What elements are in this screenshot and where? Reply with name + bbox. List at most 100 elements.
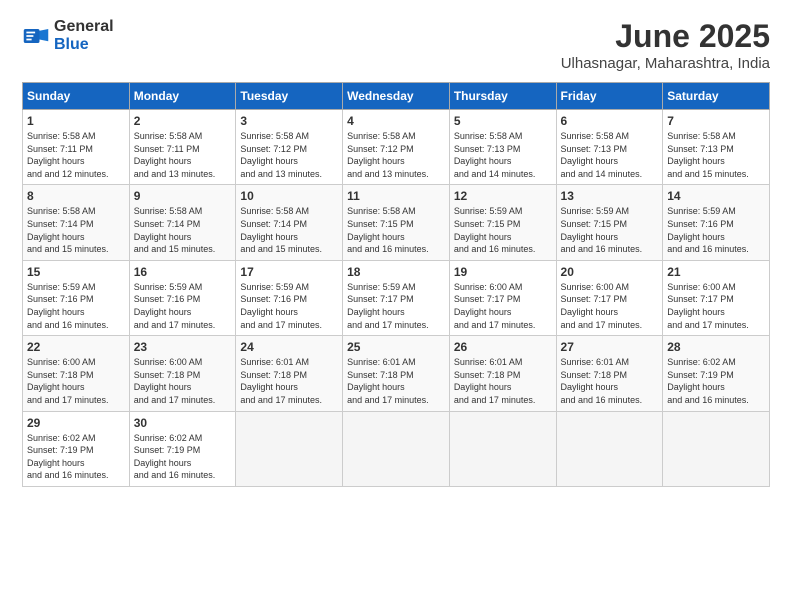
day-info: Sunrise: 6:00 AMSunset: 7:17 PMDaylight … [454, 281, 552, 331]
day-number: 30 [134, 416, 232, 430]
day-info: Sunrise: 5:58 AMSunset: 7:11 PMDaylight … [27, 130, 125, 180]
day-number: 27 [561, 340, 659, 354]
day-number: 12 [454, 189, 552, 203]
day-cell: 29 Sunrise: 6:02 AMSunset: 7:19 PMDaylig… [23, 411, 130, 486]
subtitle: Ulhasnagar, Maharashtra, India [561, 55, 770, 72]
week-row-1: 1 Sunrise: 5:58 AMSunset: 7:11 PMDayligh… [23, 110, 770, 185]
day-cell: 20 Sunrise: 6:00 AMSunset: 7:17 PMDaylig… [556, 260, 663, 335]
logo-icon [22, 22, 50, 50]
day-cell: 5 Sunrise: 5:58 AMSunset: 7:13 PMDayligh… [449, 110, 556, 185]
week-row-2: 8 Sunrise: 5:58 AMSunset: 7:14 PMDayligh… [23, 185, 770, 260]
day-number: 17 [240, 265, 338, 279]
day-cell [556, 411, 663, 486]
day-info: Sunrise: 6:00 AMSunset: 7:18 PMDaylight … [134, 356, 232, 406]
day-info: Sunrise: 5:58 AMSunset: 7:13 PMDaylight … [454, 130, 552, 180]
day-number: 11 [347, 189, 445, 203]
calendar-table: Sunday Monday Tuesday Wednesday Thursday… [22, 82, 770, 487]
day-info: Sunrise: 6:02 AMSunset: 7:19 PMDaylight … [134, 432, 232, 482]
day-info: Sunrise: 6:01 AMSunset: 7:18 PMDaylight … [454, 356, 552, 406]
day-info: Sunrise: 5:58 AMSunset: 7:14 PMDaylight … [240, 205, 338, 255]
day-info: Sunrise: 5:58 AMSunset: 7:13 PMDaylight … [561, 130, 659, 180]
col-saturday: Saturday [663, 83, 770, 110]
day-info: Sunrise: 5:59 AMSunset: 7:15 PMDaylight … [454, 205, 552, 255]
day-info: Sunrise: 5:58 AMSunset: 7:14 PMDaylight … [134, 205, 232, 255]
day-number: 25 [347, 340, 445, 354]
day-info: Sunrise: 5:59 AMSunset: 7:17 PMDaylight … [347, 281, 445, 331]
day-cell: 4 Sunrise: 5:58 AMSunset: 7:12 PMDayligh… [343, 110, 450, 185]
logo-text-general: General [54, 18, 114, 35]
day-cell: 3 Sunrise: 5:58 AMSunset: 7:12 PMDayligh… [236, 110, 343, 185]
day-cell: 28 Sunrise: 6:02 AMSunset: 7:19 PMDaylig… [663, 336, 770, 411]
day-info: Sunrise: 5:59 AMSunset: 7:16 PMDaylight … [134, 281, 232, 331]
day-cell [663, 411, 770, 486]
day-number: 6 [561, 114, 659, 128]
day-number: 1 [27, 114, 125, 128]
title-area: June 2025 Ulhasnagar, Maharashtra, India [561, 18, 770, 72]
day-info: Sunrise: 5:59 AMSunset: 7:16 PMDaylight … [240, 281, 338, 331]
day-info: Sunrise: 6:01 AMSunset: 7:18 PMDaylight … [240, 356, 338, 406]
day-number: 7 [667, 114, 765, 128]
day-number: 16 [134, 265, 232, 279]
day-info: Sunrise: 6:00 AMSunset: 7:18 PMDaylight … [27, 356, 125, 406]
day-cell: 12 Sunrise: 5:59 AMSunset: 7:15 PMDaylig… [449, 185, 556, 260]
logo-text-blue: Blue [54, 36, 89, 53]
day-info: Sunrise: 6:00 AMSunset: 7:17 PMDaylight … [561, 281, 659, 331]
day-info: Sunrise: 5:59 AMSunset: 7:15 PMDaylight … [561, 205, 659, 255]
day-number: 14 [667, 189, 765, 203]
header: General Blue June 2025 Ulhasnagar, Mahar… [22, 18, 770, 72]
day-info: Sunrise: 5:59 AMSunset: 7:16 PMDaylight … [27, 281, 125, 331]
day-info: Sunrise: 5:58 AMSunset: 7:12 PMDaylight … [240, 130, 338, 180]
col-thursday: Thursday [449, 83, 556, 110]
day-cell: 19 Sunrise: 6:00 AMSunset: 7:17 PMDaylig… [449, 260, 556, 335]
day-info: Sunrise: 6:02 AMSunset: 7:19 PMDaylight … [667, 356, 765, 406]
day-number: 19 [454, 265, 552, 279]
day-cell: 11 Sunrise: 5:58 AMSunset: 7:15 PMDaylig… [343, 185, 450, 260]
day-cell: 1 Sunrise: 5:58 AMSunset: 7:11 PMDayligh… [23, 110, 130, 185]
day-info: Sunrise: 5:58 AMSunset: 7:11 PMDaylight … [134, 130, 232, 180]
day-number: 22 [27, 340, 125, 354]
day-number: 9 [134, 189, 232, 203]
day-info: Sunrise: 5:58 AMSunset: 7:13 PMDaylight … [667, 130, 765, 180]
logo: General Blue [22, 18, 114, 54]
day-number: 15 [27, 265, 125, 279]
col-monday: Monday [129, 83, 236, 110]
day-number: 13 [561, 189, 659, 203]
day-cell: 30 Sunrise: 6:02 AMSunset: 7:19 PMDaylig… [129, 411, 236, 486]
day-cell: 17 Sunrise: 5:59 AMSunset: 7:16 PMDaylig… [236, 260, 343, 335]
day-cell: 7 Sunrise: 5:58 AMSunset: 7:13 PMDayligh… [663, 110, 770, 185]
day-number: 23 [134, 340, 232, 354]
day-number: 21 [667, 265, 765, 279]
day-cell: 22 Sunrise: 6:00 AMSunset: 7:18 PMDaylig… [23, 336, 130, 411]
day-info: Sunrise: 5:58 AMSunset: 7:15 PMDaylight … [347, 205, 445, 255]
day-cell: 26 Sunrise: 6:01 AMSunset: 7:18 PMDaylig… [449, 336, 556, 411]
day-info: Sunrise: 6:00 AMSunset: 7:17 PMDaylight … [667, 281, 765, 331]
day-cell: 6 Sunrise: 5:58 AMSunset: 7:13 PMDayligh… [556, 110, 663, 185]
day-number: 24 [240, 340, 338, 354]
day-number: 5 [454, 114, 552, 128]
day-cell: 14 Sunrise: 5:59 AMSunset: 7:16 PMDaylig… [663, 185, 770, 260]
day-cell: 8 Sunrise: 5:58 AMSunset: 7:14 PMDayligh… [23, 185, 130, 260]
day-number: 2 [134, 114, 232, 128]
day-info: Sunrise: 5:59 AMSunset: 7:16 PMDaylight … [667, 205, 765, 255]
day-cell: 23 Sunrise: 6:00 AMSunset: 7:18 PMDaylig… [129, 336, 236, 411]
day-cell: 2 Sunrise: 5:58 AMSunset: 7:11 PMDayligh… [129, 110, 236, 185]
day-number: 8 [27, 189, 125, 203]
day-cell: 25 Sunrise: 6:01 AMSunset: 7:18 PMDaylig… [343, 336, 450, 411]
day-number: 26 [454, 340, 552, 354]
main-title: June 2025 [561, 18, 770, 55]
day-number: 18 [347, 265, 445, 279]
day-info: Sunrise: 5:58 AMSunset: 7:14 PMDaylight … [27, 205, 125, 255]
day-cell: 27 Sunrise: 6:01 AMSunset: 7:18 PMDaylig… [556, 336, 663, 411]
col-sunday: Sunday [23, 83, 130, 110]
week-row-5: 29 Sunrise: 6:02 AMSunset: 7:19 PMDaylig… [23, 411, 770, 486]
day-cell: 13 Sunrise: 5:59 AMSunset: 7:15 PMDaylig… [556, 185, 663, 260]
week-row-4: 22 Sunrise: 6:00 AMSunset: 7:18 PMDaylig… [23, 336, 770, 411]
day-cell [236, 411, 343, 486]
day-number: 28 [667, 340, 765, 354]
day-cell: 15 Sunrise: 5:59 AMSunset: 7:16 PMDaylig… [23, 260, 130, 335]
day-cell [343, 411, 450, 486]
col-friday: Friday [556, 83, 663, 110]
day-number: 10 [240, 189, 338, 203]
day-cell: 16 Sunrise: 5:59 AMSunset: 7:16 PMDaylig… [129, 260, 236, 335]
day-info: Sunrise: 6:01 AMSunset: 7:18 PMDaylight … [561, 356, 659, 406]
